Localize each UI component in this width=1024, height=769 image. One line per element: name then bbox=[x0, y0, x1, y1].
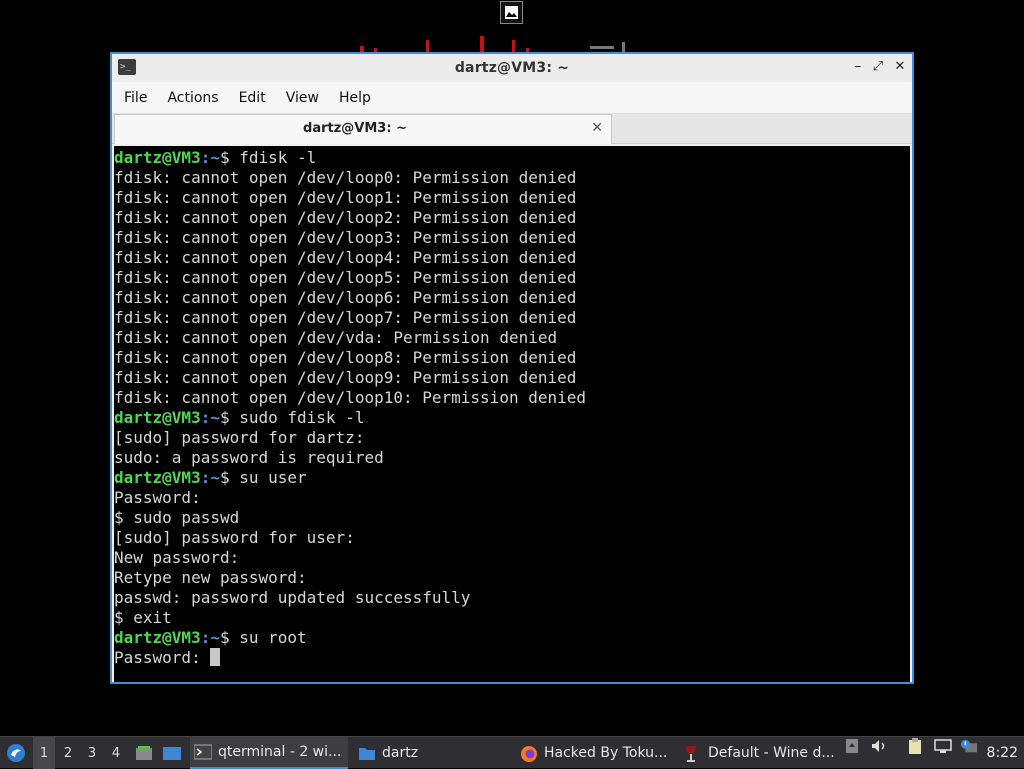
prompt-path: :~ bbox=[200, 468, 220, 487]
menu-help[interactable]: Help bbox=[329, 85, 381, 111]
terminal-output-line: fdisk: cannot open /dev/loop9: Permissio… bbox=[114, 368, 577, 387]
terminal-output-line: fdisk: cannot open /dev/loop6: Permissio… bbox=[114, 288, 577, 307]
terminal-output-line: [sudo] password for dartz: bbox=[114, 428, 365, 447]
task-qterminal[interactable]: qterminal - 2 wi... bbox=[190, 737, 348, 769]
terminal-output-line: fdisk: cannot open /dev/loop5: Permissio… bbox=[114, 268, 577, 287]
task-dartz[interactable]: dartz bbox=[354, 737, 474, 769]
task-label: Default - Wine d... bbox=[708, 745, 835, 761]
prompt-symbol: $ bbox=[219, 408, 240, 427]
wine-icon bbox=[684, 745, 702, 762]
terminal-output-line: sudo: a password is required bbox=[114, 448, 384, 467]
prompt-user: dartz@VM3 bbox=[114, 628, 201, 647]
terminal-output-line: Password: bbox=[114, 488, 201, 507]
tab-terminal[interactable]: dartz@VM3: ~ ✕ bbox=[114, 114, 612, 144]
prompt-symbol: $ bbox=[219, 628, 240, 647]
text-cursor bbox=[210, 648, 221, 666]
terminal-input-line: Password: bbox=[114, 648, 910, 668]
show-desktop-icon[interactable] bbox=[134, 737, 154, 769]
task-label: qterminal - 2 wi... bbox=[218, 744, 342, 760]
menu-bar: File Actions Edit View Help bbox=[112, 82, 912, 114]
terminal-prompt-line: dartz@VM3:~$ fdisk -l bbox=[114, 148, 910, 168]
terminal-icon bbox=[193, 744, 213, 760]
command-text: su root bbox=[239, 628, 307, 647]
output-text: Password: bbox=[114, 648, 211, 667]
menu-actions[interactable]: Actions bbox=[157, 85, 228, 111]
volume-icon[interactable] bbox=[870, 737, 888, 755]
terminal-output-line: fdisk: cannot open /dev/loop0: Permissio… bbox=[114, 168, 577, 187]
prompt-symbol: $ bbox=[219, 148, 240, 167]
workspace-1[interactable]: 1 bbox=[33, 737, 55, 769]
window-titlebar[interactable]: >_ dartz@VM3: ~ – ⤢ ✕ bbox=[112, 54, 912, 82]
desktop-image-icon[interactable] bbox=[500, 1, 523, 24]
workspace-3[interactable]: 3 bbox=[81, 737, 103, 769]
wallpaper-graphic bbox=[360, 36, 625, 54]
terminal-prompt-line: dartz@VM3:~$ sudo fdisk -l bbox=[114, 408, 910, 428]
terminal-output-line: [sudo] password for user: bbox=[114, 528, 355, 547]
prompt-user: dartz@VM3 bbox=[114, 408, 201, 427]
terminal-output-line: fdisk: cannot open /dev/loop3: Permissio… bbox=[114, 228, 577, 247]
folder-icon bbox=[358, 745, 376, 761]
command-text: su user bbox=[239, 468, 307, 487]
terminal-output-line: fdisk: cannot open /dev/loop1: Permissio… bbox=[114, 188, 577, 207]
terminal-output-line: fdisk: cannot open /dev/loop10: Permissi… bbox=[114, 388, 587, 407]
clipboard-icon[interactable] bbox=[906, 737, 924, 755]
update-notifier-icon[interactable] bbox=[843, 737, 861, 755]
prompt-path: :~ bbox=[200, 628, 220, 647]
workspace-2[interactable]: 2 bbox=[57, 737, 79, 769]
prompt-user: dartz@VM3 bbox=[114, 468, 201, 487]
task-label: Hacked By Toku... bbox=[544, 745, 668, 761]
task-wine[interactable]: Default - Wine d... bbox=[680, 737, 838, 769]
terminal-output-line: fdisk: cannot open /dev/loop4: Permissio… bbox=[114, 248, 577, 267]
taskbar: 1 2 3 4 qterminal - 2 wi... dartz Hacked… bbox=[0, 736, 1024, 769]
command-text: fdisk -l bbox=[239, 148, 317, 167]
window-title: dartz@VM3: ~ bbox=[454, 60, 570, 76]
task-label: dartz bbox=[382, 745, 419, 761]
firefox-icon bbox=[520, 745, 538, 762]
minimize-button[interactable]: – bbox=[850, 59, 866, 75]
menu-edit[interactable]: Edit bbox=[229, 85, 276, 111]
terminal-output-line: fdisk: cannot open /dev/loop2: Permissio… bbox=[114, 208, 577, 227]
terminal-output-line: Retype new password: bbox=[114, 568, 307, 587]
tab-label: dartz@VM3: ~ bbox=[303, 121, 407, 136]
terminal-prompt-line: dartz@VM3:~$ su root bbox=[114, 628, 910, 648]
terminal-output-line: fdisk: cannot open /dev/vda: Permission … bbox=[114, 328, 558, 347]
command-text: sudo fdisk -l bbox=[239, 408, 365, 427]
prompt-user: dartz@VM3 bbox=[114, 148, 201, 167]
network-icon[interactable] bbox=[934, 737, 952, 755]
window-list-icon[interactable] bbox=[160, 737, 184, 769]
start-menu-icon[interactable] bbox=[4, 737, 28, 769]
terminal-output-line: $ exit bbox=[114, 608, 172, 627]
terminal-window[interactable]: >_ dartz@VM3: ~ – ⤢ ✕ File Actions Edit … bbox=[110, 52, 914, 684]
prompt-symbol: $ bbox=[219, 468, 240, 487]
tab-close-icon[interactable]: ✕ bbox=[591, 120, 603, 136]
menu-file[interactable]: File bbox=[114, 85, 157, 111]
clock[interactable]: 8:22 bbox=[987, 737, 1018, 769]
terminal-output-line: New password: bbox=[114, 548, 240, 567]
notification-icon[interactable] bbox=[960, 737, 978, 755]
prompt-path: :~ bbox=[200, 408, 220, 427]
menu-view[interactable]: View bbox=[276, 85, 329, 111]
tab-bar: dartz@VM3: ~ ✕ bbox=[112, 114, 912, 144]
terminal-prompt-line: dartz@VM3:~$ su user bbox=[114, 468, 910, 488]
terminal-output-line: fdisk: cannot open /dev/loop7: Permissio… bbox=[114, 308, 577, 327]
terminal-output-line: $ sudo passwd bbox=[114, 508, 240, 527]
maximize-button[interactable]: ⤢ bbox=[870, 59, 886, 75]
workspace-4[interactable]: 4 bbox=[105, 737, 127, 769]
terminal-output-line: fdisk: cannot open /dev/loop8: Permissio… bbox=[114, 348, 577, 367]
prompt-path: :~ bbox=[200, 148, 220, 167]
task-firefox[interactable]: Hacked By Toku... bbox=[516, 737, 674, 769]
terminal-output[interactable]: dartz@VM3:~$ fdisk -l fdisk: cannot open … bbox=[114, 146, 910, 682]
terminal-output-line: passwd: password updated successfully bbox=[114, 588, 471, 607]
close-button[interactable]: ✕ bbox=[892, 59, 908, 75]
